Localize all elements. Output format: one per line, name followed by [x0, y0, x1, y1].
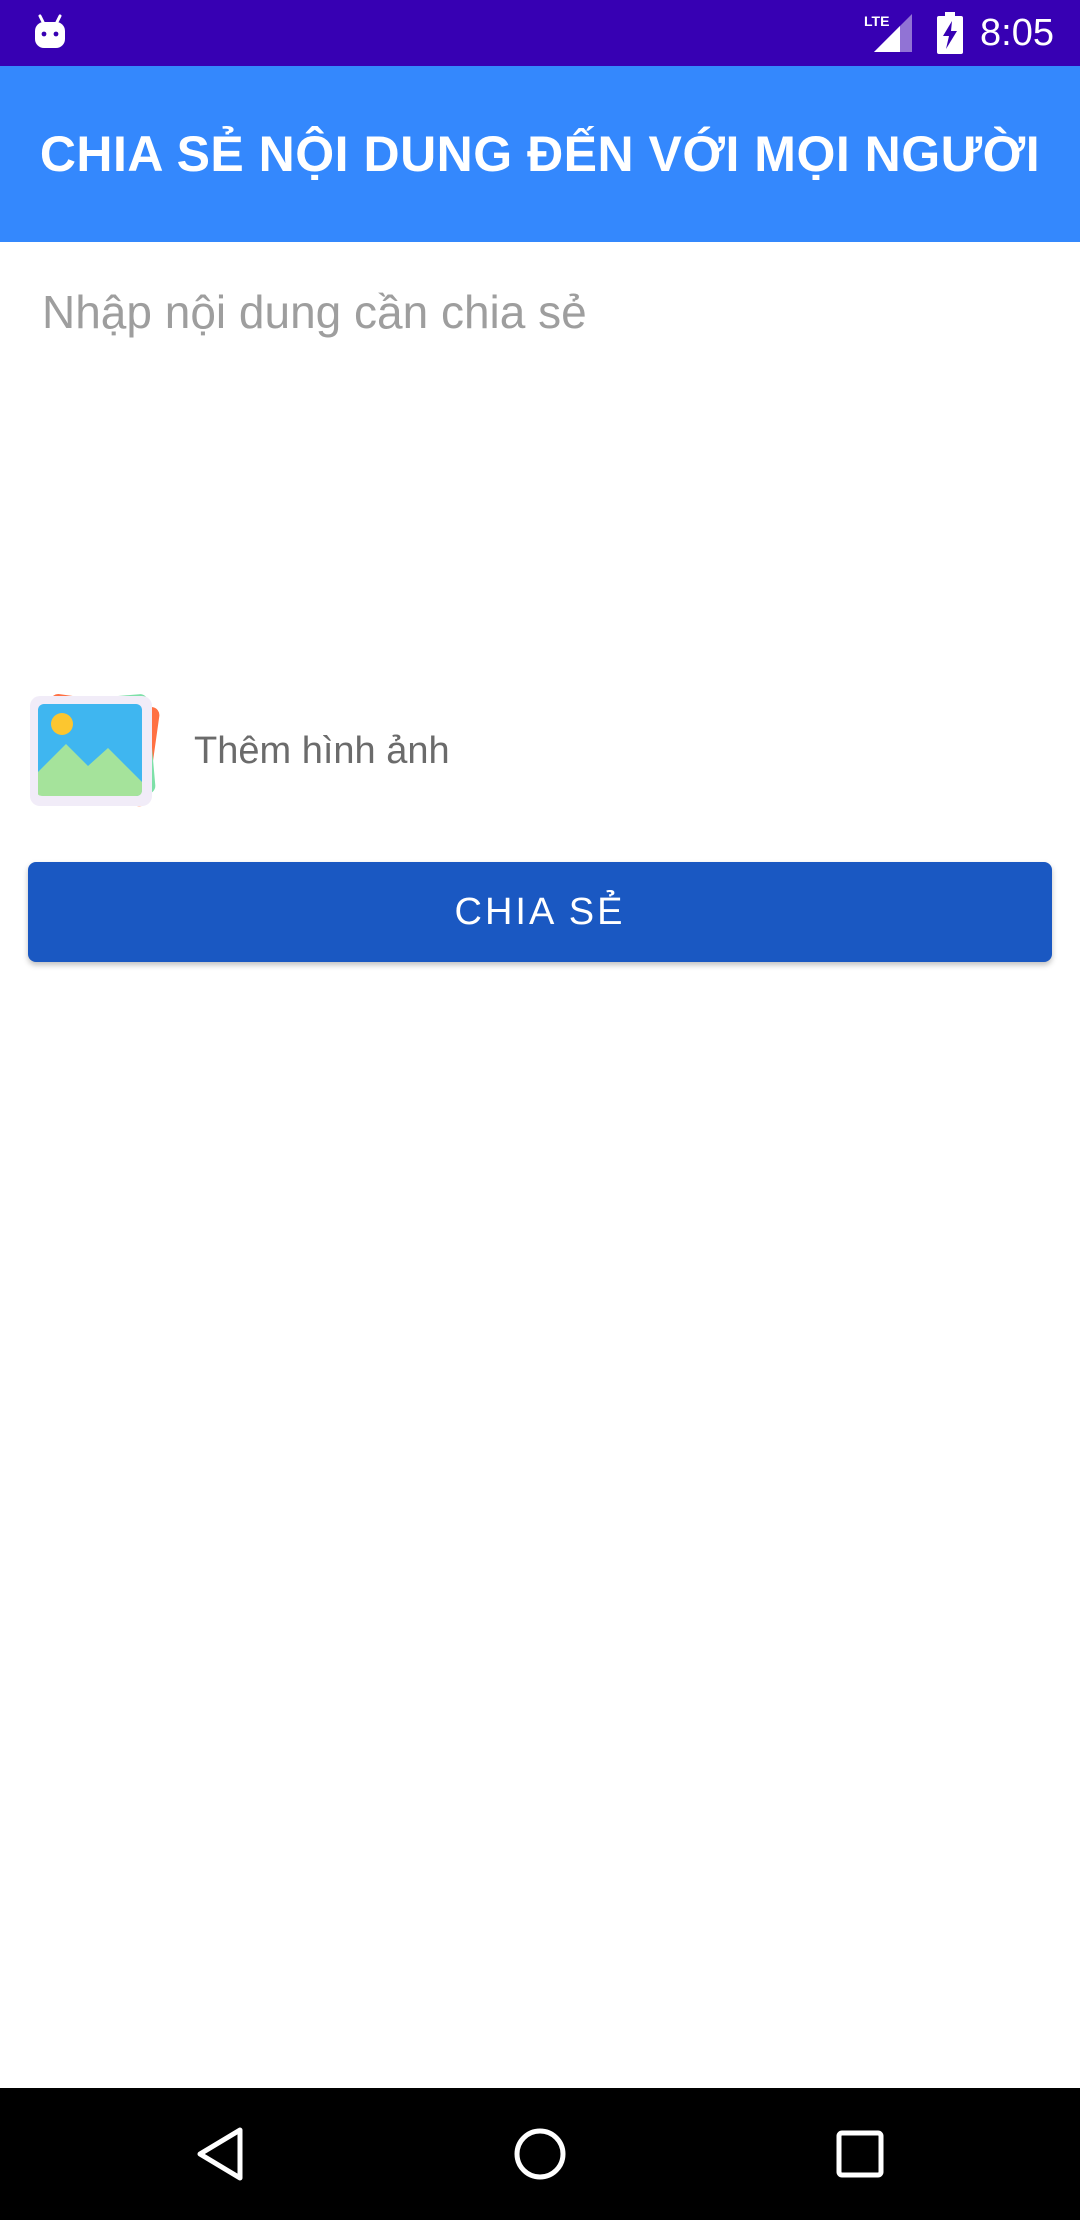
- recents-icon: [836, 2130, 884, 2178]
- gallery-icon: [30, 694, 160, 807]
- back-icon: [197, 2127, 243, 2181]
- home-icon: [514, 2128, 566, 2180]
- battery-charging-icon: [937, 12, 963, 54]
- status-bar: LTE 8:05: [0, 0, 1080, 66]
- status-time: 8:05: [980, 12, 1054, 54]
- add-image-button[interactable]: Thêm hình ảnh: [26, 686, 626, 816]
- app-title: CHIA SẺ NỘI DUNG ĐẾN VỚI MỌI NGƯỜI: [39, 126, 1041, 182]
- android-debug-icon: [35, 14, 65, 48]
- nav-back-button[interactable]: [182, 2114, 262, 2194]
- network-type-label: LTE: [864, 13, 889, 29]
- add-image-label: Thêm hình ảnh: [194, 729, 450, 772]
- share-content-input[interactable]: [28, 270, 1052, 610]
- app-bar: CHIA SẺ NỘI DUNG ĐẾN VỚI MỌI NGƯỜI: [0, 66, 1080, 242]
- nav-home-button[interactable]: [500, 2114, 580, 2194]
- lte-signal-icon: LTE: [864, 13, 912, 52]
- share-button[interactable]: CHIA SẺ: [28, 862, 1052, 962]
- nav-recents-button[interactable]: [820, 2114, 900, 2194]
- navigation-bar: [0, 2088, 1080, 2220]
